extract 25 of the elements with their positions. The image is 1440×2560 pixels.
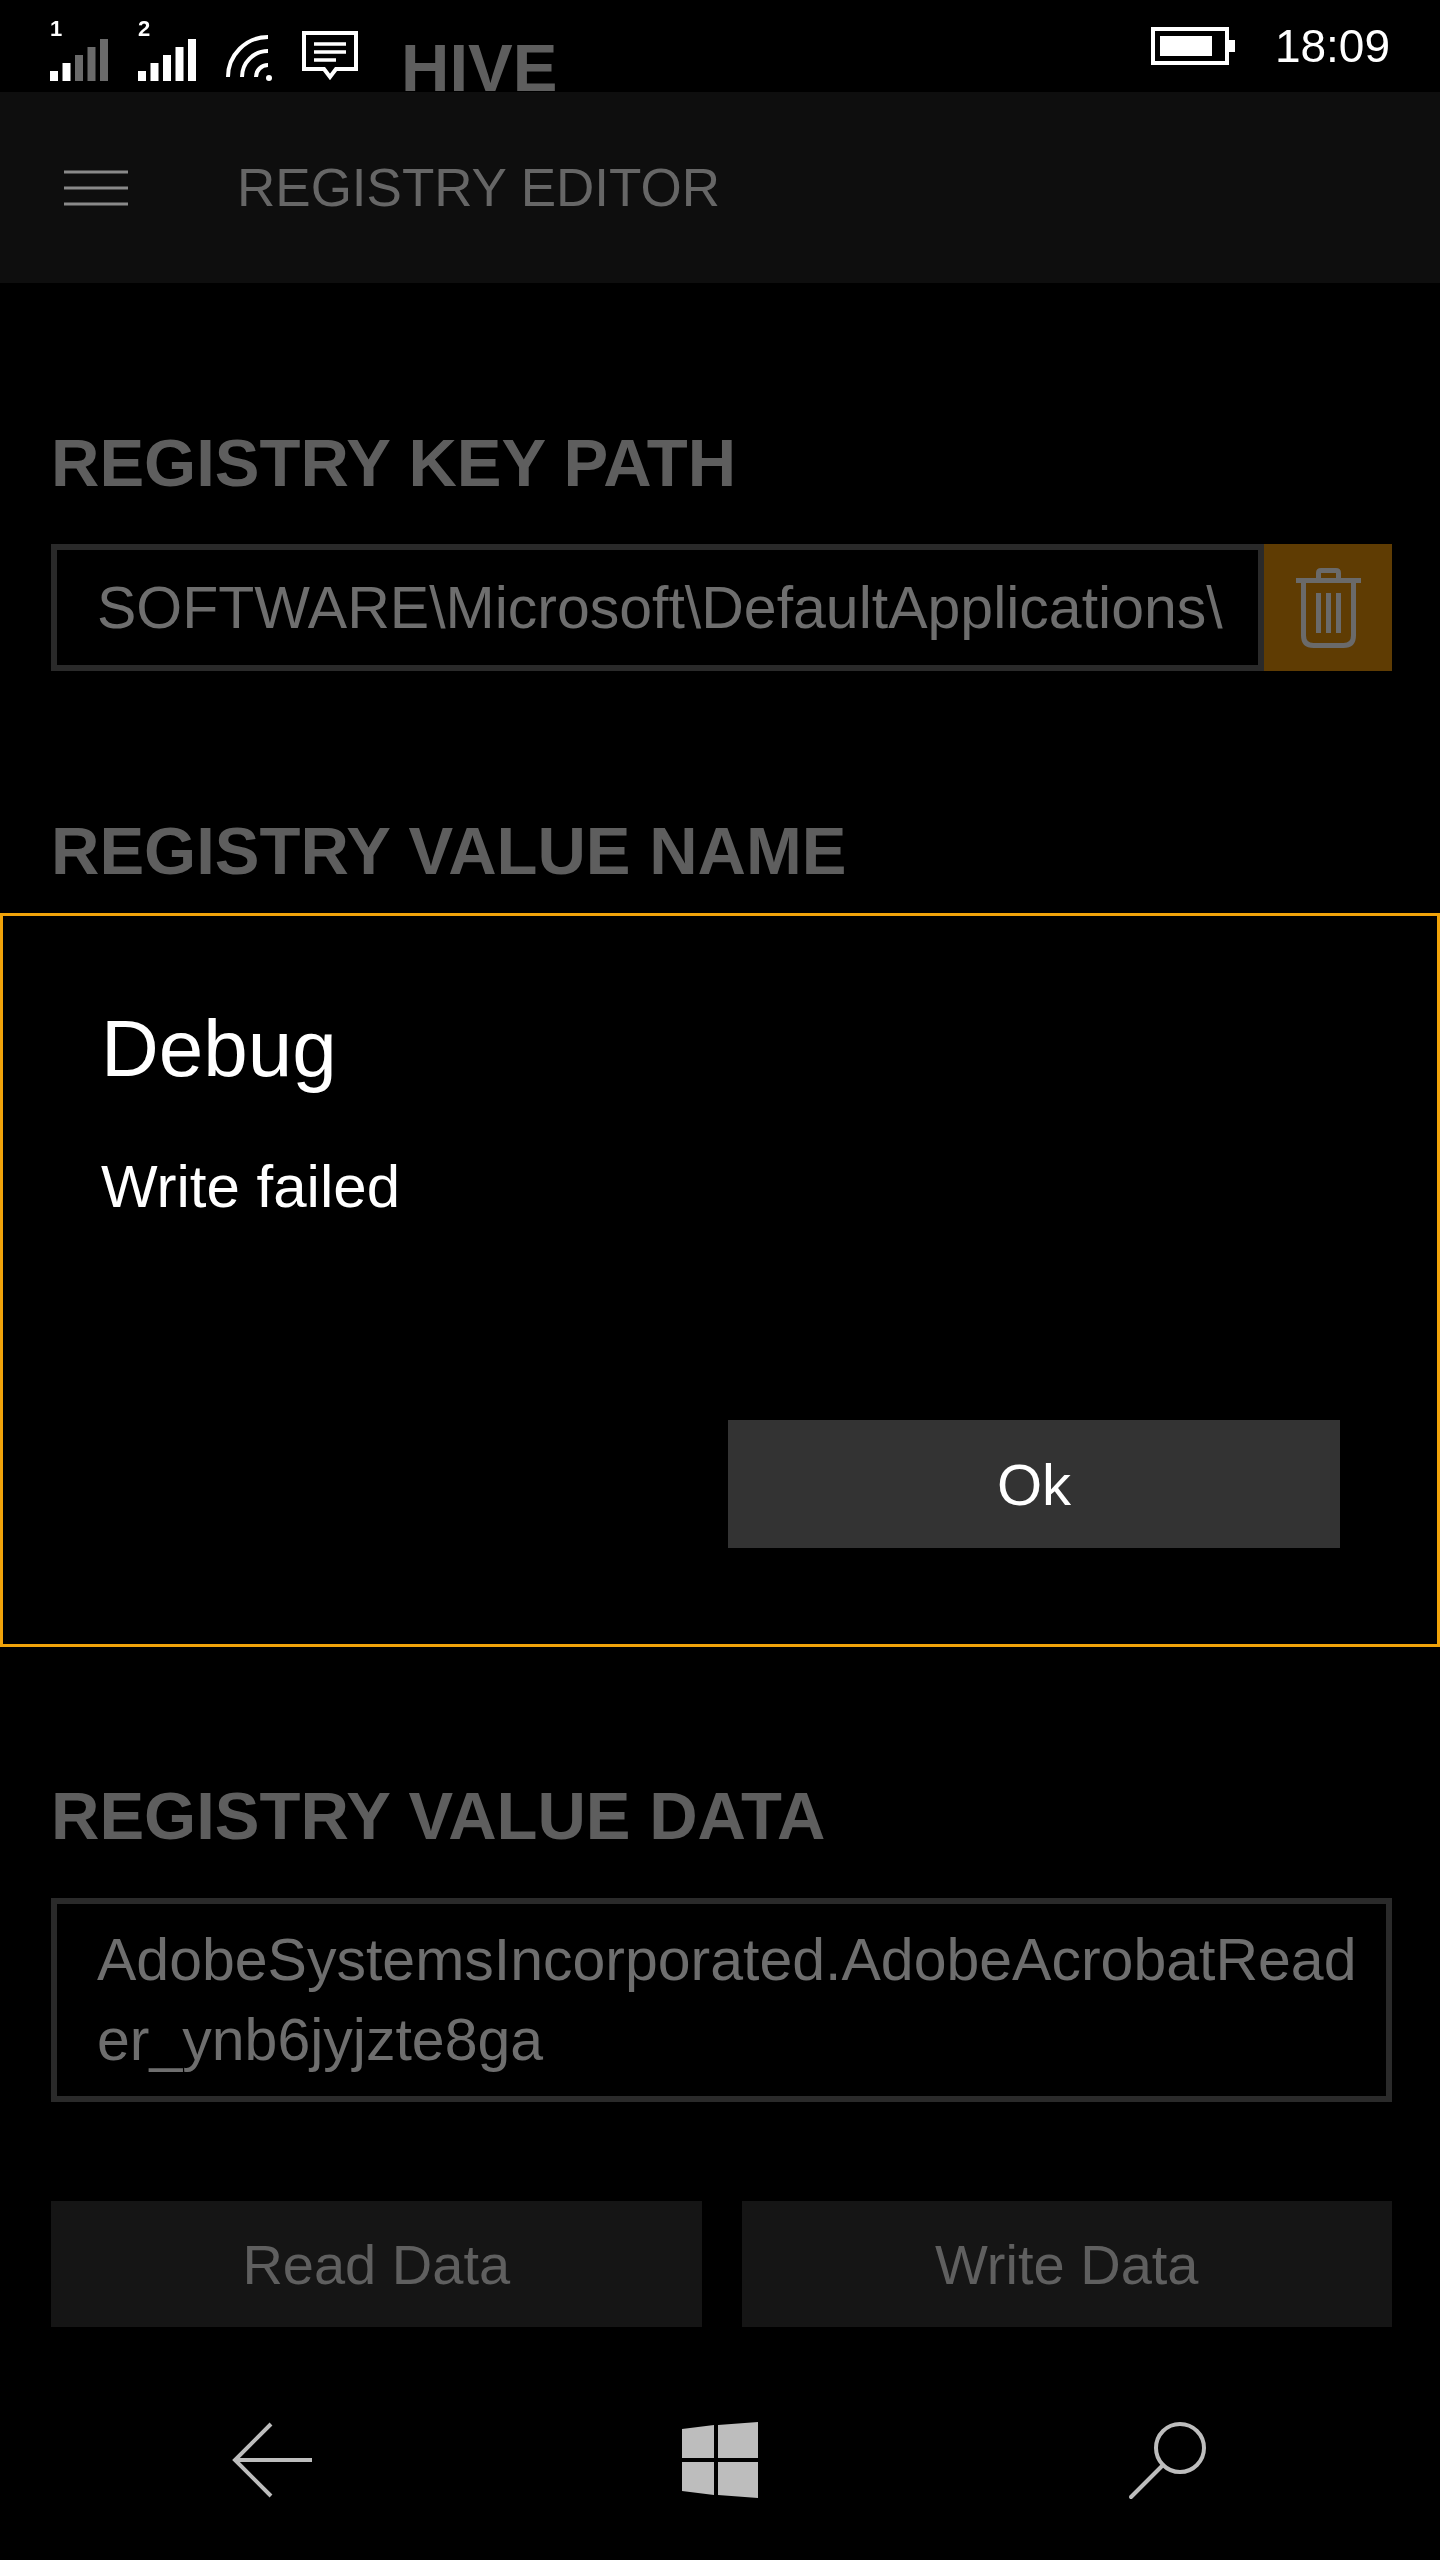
dialog-title: Debug xyxy=(101,1003,337,1095)
battery-icon xyxy=(1150,27,1235,65)
section-label: HIVE xyxy=(401,44,558,92)
search-icon[interactable] xyxy=(1128,2420,1208,2500)
signal-icon xyxy=(50,39,108,81)
ok-button[interactable]: Ok xyxy=(728,1420,1340,1548)
field-label: REGISTRY KEY PATH xyxy=(51,425,738,501)
clock-time: 18:09 xyxy=(1274,23,1390,69)
back-arrow-icon[interactable] xyxy=(232,2422,312,2498)
wifi-icon xyxy=(226,35,274,81)
field-label: REGISTRY VALUE DATA xyxy=(51,1778,827,1854)
sim-number: 2 xyxy=(138,19,151,39)
field-label: REGISTRY VALUE NAME xyxy=(51,813,848,889)
key-path-field[interactable]: SOFTWARE\Microsoft\DefaultApplications\ xyxy=(51,544,1264,671)
action-button[interactable]: Write Data xyxy=(741,2201,1392,2327)
menu-icon[interactable] xyxy=(64,169,128,206)
message-icon xyxy=(302,31,358,81)
dialog-message: Write failed xyxy=(101,1152,400,1222)
windows-logo-icon[interactable] xyxy=(682,2422,758,2498)
action-button[interactable]: Read Data xyxy=(51,2201,702,2327)
signal-icon xyxy=(138,39,196,81)
value-data-field[interactable]: AdobeSystemsIncorporated.AdobeAcrobatReader_ynb6jyjzte8ga xyxy=(51,1898,1392,2102)
app-title: REGISTRY EDITOR xyxy=(237,156,720,219)
sim-number: 1 xyxy=(50,19,63,39)
trash-icon xyxy=(1295,567,1361,648)
